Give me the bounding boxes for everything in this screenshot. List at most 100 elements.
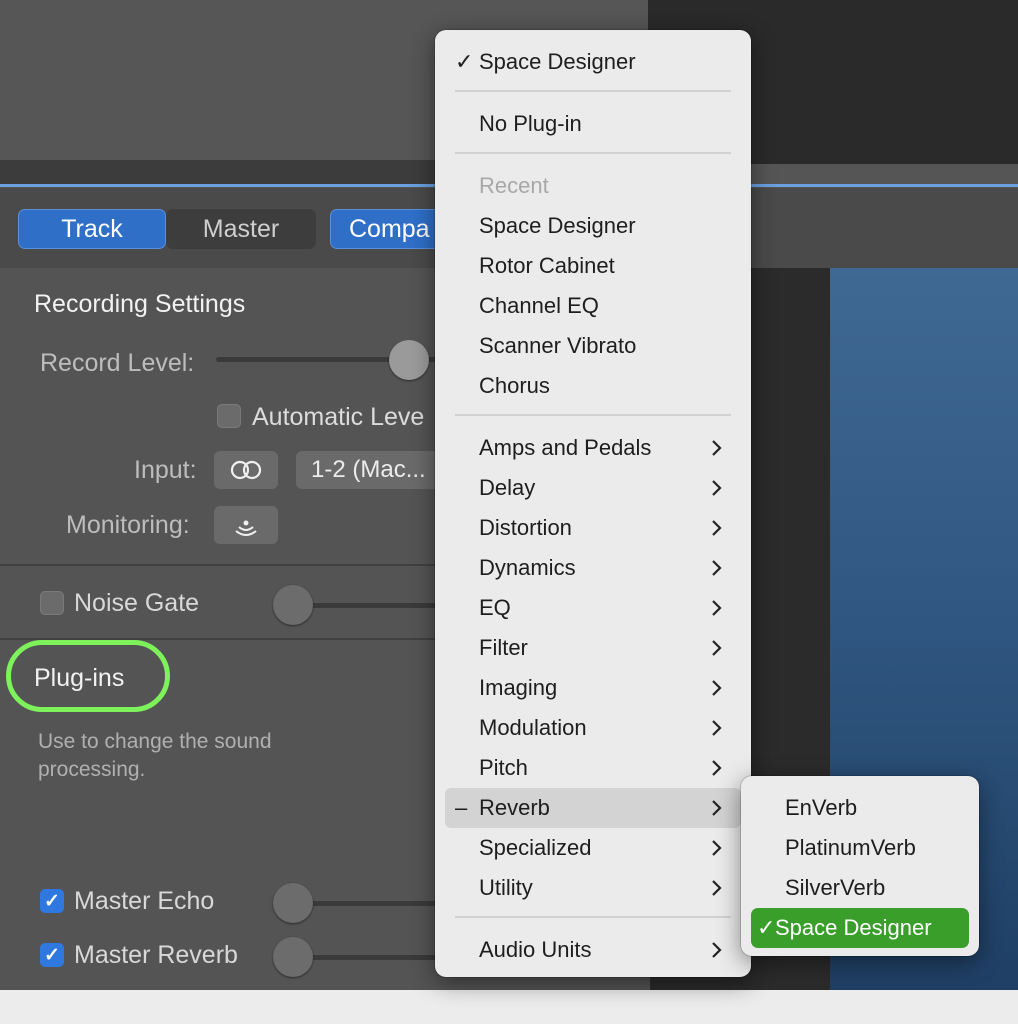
monitoring-label: Monitoring: [66, 511, 190, 539]
menu-item-label: PlatinumVerb [785, 835, 916, 860]
checkmark-icon: ✓ [757, 915, 776, 940]
chevron-right-icon [712, 520, 722, 536]
chevron-right-icon [712, 942, 722, 958]
menu-item-label: SilverVerb [785, 875, 886, 900]
menu-item-category[interactable]: Specialized [435, 828, 751, 868]
chevron-right-icon [712, 760, 722, 776]
menu-item-label: Audio Units [479, 937, 592, 962]
chevron-right-icon [712, 880, 722, 896]
noise-gate-label: Noise Gate [74, 589, 200, 617]
master-echo-label: Master Echo [74, 887, 215, 915]
menu-item-current[interactable]: ✓ Space Designer [435, 42, 751, 82]
menu-item-recent[interactable]: Space Designer [435, 206, 751, 246]
menu-item-label: Reverb [479, 795, 550, 820]
menu-separator [455, 152, 731, 154]
submenu-item[interactable]: EnVerb [741, 788, 979, 828]
menu-item-label: No Plug-in [479, 111, 582, 136]
chevron-right-icon [712, 560, 722, 576]
master-echo-knob[interactable] [273, 883, 313, 923]
master-echo-checkbox[interactable]: ✓ [40, 889, 64, 913]
chevron-right-icon [712, 480, 722, 496]
input-format-button[interactable] [214, 451, 278, 489]
menu-item-no-plugin[interactable]: No Plug-in [435, 104, 751, 144]
menu-item-label: Delay [479, 475, 536, 500]
automatic-level-label: Automatic Leve [252, 403, 425, 431]
checkmark-icon: ✓ [455, 49, 474, 74]
menu-item-category[interactable]: Modulation [435, 708, 751, 748]
menu-item-label: Amps and Pedals [479, 435, 652, 460]
menu-item-category[interactable]: Imaging [435, 668, 751, 708]
chevron-right-icon [712, 600, 722, 616]
record-level-label: Record Level: [40, 349, 195, 377]
menu-item-category[interactable]: Utility [435, 868, 751, 908]
menu-separator [455, 414, 731, 416]
menu-header-recent: Recent [435, 166, 751, 206]
menu-item-category[interactable]: Distortion [435, 508, 751, 548]
master-reverb-checkbox[interactable]: ✓ [40, 943, 64, 967]
submenu-item-selected[interactable]: ✓ Space Designer [751, 908, 969, 948]
chevron-right-icon [712, 640, 722, 656]
menu-header-label: Recent [479, 173, 549, 198]
submenu-item[interactable]: SilverVerb [741, 868, 979, 908]
menu-item-category[interactable]: Amps and Pedals [435, 428, 751, 468]
monitoring-icon [235, 520, 257, 536]
menu-item-label: Rotor Cabinet [479, 253, 615, 278]
checkmark-icon: ✓ [44, 944, 60, 966]
tab-master[interactable]: Master [166, 209, 316, 249]
recording-settings-heading: Recording Settings [34, 290, 246, 318]
plugins-heading: Plug-ins [34, 664, 125, 692]
reverb-submenu: EnVerb PlatinumVerb SilverVerb ✓ Space D… [741, 776, 979, 956]
menu-item-label: Space Designer [479, 213, 636, 238]
noise-gate-knob[interactable] [273, 585, 313, 625]
menu-item-label: Imaging [479, 675, 558, 700]
menu-item-label: Chorus [479, 373, 550, 398]
chevron-right-icon [712, 440, 722, 456]
menu-item-audio-units[interactable]: Audio Units [435, 930, 751, 970]
chevron-right-icon [712, 720, 722, 736]
menu-item-label: Space Designer [775, 915, 932, 940]
menu-item-category[interactable]: EQ [435, 588, 751, 628]
menu-separator [455, 916, 731, 918]
menu-item-recent[interactable]: Rotor Cabinet [435, 246, 751, 286]
menu-item-label: Channel EQ [479, 293, 599, 318]
noise-gate-checkbox[interactable] [40, 591, 64, 615]
input-label: Input: [134, 456, 197, 484]
input-source-button[interactable]: 1-2 (Mac... [296, 451, 456, 489]
menu-item-label: Scanner Vibrato [479, 333, 637, 358]
master-reverb-knob[interactable] [273, 937, 313, 977]
menu-item-category[interactable]: Delay [435, 468, 751, 508]
plugin-menu: ✓ Space Designer No Plug-in Recent Space… [435, 30, 751, 977]
menu-item-label: Pitch [479, 755, 528, 780]
menu-item-label: Space Designer [479, 49, 636, 74]
menu-item-recent[interactable]: Scanner Vibrato [435, 326, 751, 366]
plugins-description-line2: processing. [38, 758, 146, 781]
menu-item-label: Filter [479, 635, 528, 660]
stereo-icon [230, 460, 262, 480]
monitoring-button[interactable] [214, 506, 278, 544]
menu-item-label: Distortion [479, 515, 572, 540]
chevron-right-icon [712, 800, 722, 816]
master-reverb-label: Master Reverb [74, 941, 238, 969]
menu-item-label: Specialized [479, 835, 592, 860]
mixed-state-icon: – [455, 795, 468, 820]
plugins-description: Use to change the sound [38, 730, 272, 753]
menu-item-label: Utility [479, 875, 533, 900]
menu-item-label: EnVerb [785, 795, 858, 820]
menu-item-reverb[interactable]: – Reverb [445, 788, 741, 828]
menu-item-label: EQ [479, 595, 511, 620]
menu-item-recent[interactable]: Chorus [435, 366, 751, 406]
menu-item-category[interactable]: Filter [435, 628, 751, 668]
record-level-knob[interactable] [389, 340, 429, 380]
checkmark-icon: ✓ [44, 890, 60, 912]
menu-item-recent[interactable]: Channel EQ [435, 286, 751, 326]
tab-track[interactable]: Track [18, 209, 166, 249]
menu-item-category[interactable]: Pitch [435, 748, 751, 788]
chevron-right-icon [712, 840, 722, 856]
submenu-item[interactable]: PlatinumVerb [741, 828, 979, 868]
automatic-level-checkbox[interactable] [217, 404, 241, 428]
menu-separator [455, 90, 731, 92]
menu-item-category[interactable]: Dynamics [435, 548, 751, 588]
menu-item-label: Modulation [479, 715, 587, 740]
chevron-right-icon [712, 680, 722, 696]
menu-item-label: Dynamics [479, 555, 576, 580]
